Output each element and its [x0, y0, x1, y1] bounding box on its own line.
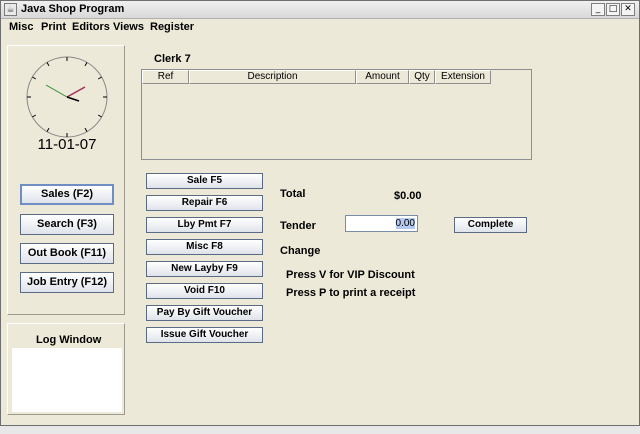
- title-bar: ☕ Java Shop Program _ □ ✕: [1, 1, 639, 19]
- misc-button[interactable]: Misc F8: [146, 239, 263, 255]
- column-extension[interactable]: Extension: [435, 70, 491, 84]
- menu-register[interactable]: Register: [150, 21, 194, 33]
- app-window: ☕ Java Shop Program _ □ ✕ Misc Print Edi…: [0, 0, 640, 426]
- taskbar: [0, 426, 640, 434]
- issue-gift-voucher-button[interactable]: Issue Gift Voucher: [146, 327, 263, 343]
- column-ref[interactable]: Ref: [142, 70, 189, 84]
- column-qty[interactable]: Qty: [409, 70, 435, 84]
- menu-misc[interactable]: Misc: [9, 21, 33, 33]
- clerk-label: Clerk 7: [154, 53, 191, 65]
- menu-bar: Misc Print Editors Views Register: [1, 19, 639, 37]
- pay-gift-voucher-button[interactable]: Pay By Gift Voucher: [146, 305, 263, 321]
- log-window-area[interactable]: [12, 348, 122, 412]
- tender-label: Tender: [280, 220, 316, 232]
- job-entry-button[interactable]: Job Entry (F12): [20, 272, 114, 293]
- vip-discount-hint: Press V for VIP Discount: [286, 269, 415, 281]
- menu-views[interactable]: Views: [113, 21, 144, 33]
- sale-button[interactable]: Sale F5: [146, 173, 263, 189]
- analog-clock-icon: [24, 54, 110, 140]
- sales-button[interactable]: Sales (F2): [20, 184, 114, 205]
- tender-value: 0.00: [395, 218, 415, 229]
- complete-button[interactable]: Complete: [454, 217, 527, 233]
- maximize-button[interactable]: □: [606, 3, 620, 16]
- java-app-icon: ☕: [4, 3, 17, 16]
- log-window-label: Log Window: [36, 334, 102, 346]
- menu-print[interactable]: Print: [41, 21, 66, 33]
- left-panel: 11-01-07 Sales (F2) Search (F3) Out Book…: [7, 45, 125, 315]
- tender-input[interactable]: 0.00: [345, 215, 418, 232]
- column-description[interactable]: Description: [189, 70, 356, 84]
- log-panel: Log Window: [7, 323, 125, 415]
- menu-editors[interactable]: Editors: [72, 21, 110, 33]
- window-title: Java Shop Program: [21, 3, 125, 15]
- new-layby-button[interactable]: New Layby F9: [146, 261, 263, 277]
- change-label: Change: [280, 245, 321, 257]
- minimize-button[interactable]: _: [591, 3, 605, 16]
- total-value: $0.00: [394, 190, 422, 202]
- column-amount[interactable]: Amount: [356, 70, 409, 84]
- search-button[interactable]: Search (F3): [20, 214, 114, 235]
- date-display: 11-01-07: [37, 136, 97, 153]
- total-label: Total: [280, 188, 306, 200]
- print-receipt-hint: Press P to print a receipt: [286, 287, 416, 299]
- layby-payment-button[interactable]: Lby Pmt F7: [146, 217, 263, 233]
- repair-button[interactable]: Repair F6: [146, 195, 263, 211]
- close-button[interactable]: ✕: [621, 3, 635, 16]
- out-book-button[interactable]: Out Book (F11): [20, 243, 114, 264]
- void-button[interactable]: Void F10: [146, 283, 263, 299]
- transaction-table[interactable]: Ref Description Amount Qty Extension: [141, 69, 532, 160]
